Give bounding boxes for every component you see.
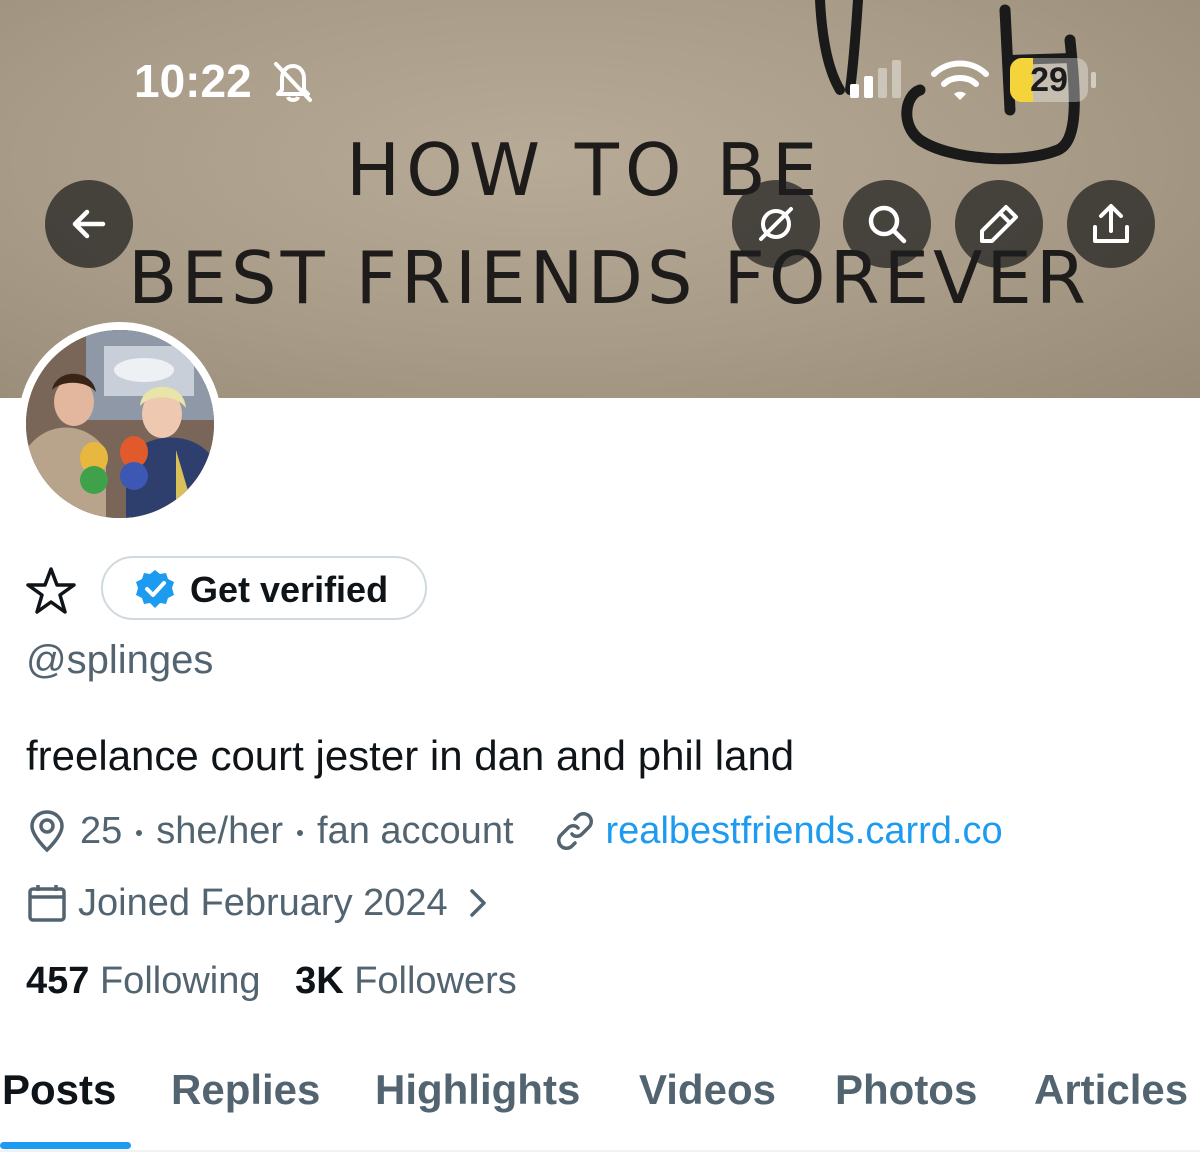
grok-button[interactable] [732, 180, 820, 268]
following-label: Following [99, 960, 261, 1002]
wifi-icon [931, 60, 989, 100]
back-arrow-icon [72, 209, 106, 239]
profile-meta-row: 25 she/her fan account realbestfriends.c… [26, 806, 1003, 856]
meta-separator [136, 830, 143, 836]
tab-replies[interactable]: Replies [171, 1066, 320, 1114]
profile-bio: freelance court jester in dan and phil l… [26, 732, 795, 779]
tab-videos[interactable]: Videos [639, 1066, 776, 1114]
battery-indicator: 29 [1010, 58, 1088, 102]
share-icon [1093, 204, 1129, 243]
link-icon [556, 812, 593, 850]
search-button[interactable] [843, 180, 931, 268]
edit-profile-button[interactable] [955, 180, 1043, 268]
star-icon[interactable] [26, 566, 76, 616]
active-tab-indicator [0, 1142, 131, 1149]
joined-row[interactable]: Joined February 2024 [26, 878, 496, 928]
bell-slash-icon [274, 62, 312, 102]
signal-icon [850, 60, 901, 98]
chevron-right-icon [469, 889, 486, 917]
battery-percent: 29 [1030, 61, 1068, 99]
battery-nub [1091, 72, 1096, 88]
meta-pronouns: she/her [156, 809, 284, 852]
tabs-divider [0, 1150, 1200, 1152]
calendar-icon [28, 885, 66, 922]
avatar-photo [26, 330, 214, 518]
location-icon [30, 810, 64, 853]
profile-handle: @splinges [26, 638, 214, 682]
meta-age: 25 [80, 809, 123, 852]
tab-posts[interactable]: Posts [2, 1066, 116, 1114]
joined-date: Joined February 2024 [78, 881, 448, 924]
following-stat[interactable]: 457 Following [26, 960, 261, 1002]
following-count: 457 [26, 960, 90, 1002]
follow-stats: 457 Following 3K Followers [26, 960, 517, 1003]
grok-icon [759, 207, 793, 241]
banner-text-line2: BEST FRIENDS FOREVER [128, 236, 1090, 320]
tab-photos[interactable]: Photos [835, 1066, 977, 1114]
followers-label: Followers [354, 960, 517, 1002]
tab-articles[interactable]: Articles [1034, 1066, 1188, 1114]
share-button[interactable] [1067, 180, 1155, 268]
back-button[interactable] [45, 180, 133, 268]
verified-badge-icon [136, 570, 174, 608]
get-verified-label: Get verified [190, 569, 389, 610]
followers-stat[interactable]: 3K Followers [295, 960, 517, 1002]
profile-website-link[interactable]: realbestfriends.carrd.co [606, 810, 1003, 853]
edit-icon [980, 205, 1018, 243]
tab-highlights[interactable]: Highlights [375, 1066, 580, 1114]
meta-separator [297, 830, 304, 836]
avatar[interactable] [26, 330, 214, 518]
status-time: 10:22 [134, 55, 252, 107]
search-icon [868, 205, 907, 244]
followers-count: 3K [295, 960, 344, 1002]
profile-tabs: Posts Replies Highlights Videos Photos A… [0, 1060, 1200, 1152]
meta-account-type: fan account [317, 809, 514, 852]
